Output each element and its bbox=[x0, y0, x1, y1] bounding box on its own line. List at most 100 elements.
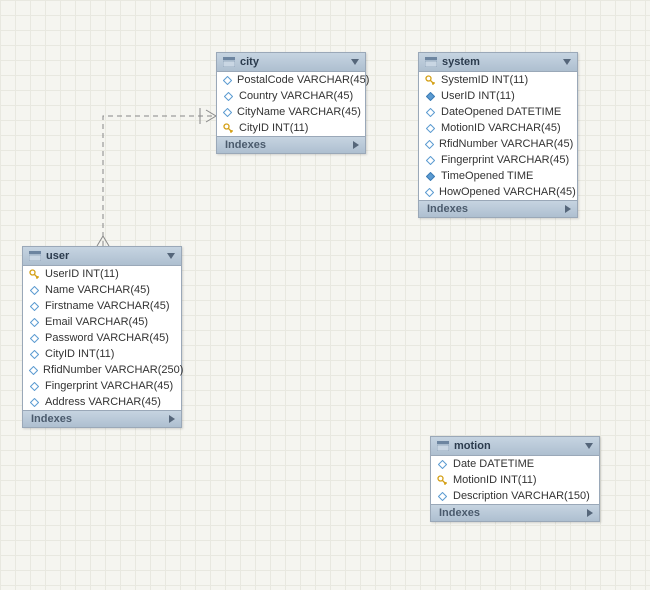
column-label: TimeOpened TIME bbox=[441, 170, 533, 182]
column-row[interactable]: Description VARCHAR(150) bbox=[431, 488, 599, 504]
table-header-user[interactable]: user bbox=[23, 247, 181, 266]
column-label: CityID INT(11) bbox=[239, 122, 308, 134]
column-label: Email VARCHAR(45) bbox=[45, 316, 148, 328]
column-row[interactable]: PostalCode VARCHAR(45) bbox=[217, 72, 365, 88]
column-row[interactable]: Password VARCHAR(45) bbox=[23, 330, 181, 346]
diamond-icon bbox=[425, 155, 436, 166]
table-user[interactable]: user UserID INT(11) Name VARCHAR(45) Fir… bbox=[22, 246, 182, 428]
table-columns-user: UserID INT(11) Name VARCHAR(45) Firstnam… bbox=[23, 266, 181, 410]
column-label: CityName VARCHAR(45) bbox=[237, 106, 361, 118]
column-row[interactable]: MotionID VARCHAR(45) bbox=[419, 120, 577, 136]
column-label: RfidNumber VARCHAR(45) bbox=[439, 138, 573, 150]
column-label: CityID INT(11) bbox=[45, 348, 114, 360]
diamond-icon bbox=[29, 397, 40, 408]
diamond-icon bbox=[29, 317, 40, 328]
column-row[interactable]: Firstname VARCHAR(45) bbox=[23, 298, 181, 314]
table-columns-system: SystemID INT(11) UserID INT(11) DateOpen… bbox=[419, 72, 577, 200]
diamond-icon bbox=[29, 301, 40, 312]
column-row[interactable]: Address VARCHAR(45) bbox=[23, 394, 181, 410]
column-label: MotionID VARCHAR(45) bbox=[441, 122, 561, 134]
diamond-icon bbox=[425, 187, 434, 198]
column-row[interactable]: Country VARCHAR(45) bbox=[217, 88, 365, 104]
diamond-icon bbox=[437, 459, 448, 470]
column-label: Date DATETIME bbox=[453, 458, 534, 470]
column-row[interactable]: UserID INT(11) bbox=[419, 88, 577, 104]
column-row[interactable]: Date DATETIME bbox=[431, 456, 599, 472]
table-header-system[interactable]: system bbox=[419, 53, 577, 72]
column-row[interactable]: RfidNumber VARCHAR(45) bbox=[419, 136, 577, 152]
column-row[interactable]: Name VARCHAR(45) bbox=[23, 282, 181, 298]
column-label: Name VARCHAR(45) bbox=[45, 284, 150, 296]
diamond-icon bbox=[223, 75, 232, 86]
column-label: Description VARCHAR(150) bbox=[453, 490, 590, 502]
column-row[interactable]: Fingerprint VARCHAR(45) bbox=[419, 152, 577, 168]
table-title: system bbox=[442, 56, 480, 68]
table-icon bbox=[437, 441, 449, 451]
table-system[interactable]: system SystemID INT(11) UserID INT(11) D… bbox=[418, 52, 578, 218]
diamond-icon bbox=[223, 91, 234, 102]
column-label: SystemID INT(11) bbox=[441, 74, 528, 86]
column-label: PostalCode VARCHAR(45) bbox=[237, 74, 369, 86]
key-icon bbox=[437, 475, 448, 486]
column-label: Firstname VARCHAR(45) bbox=[45, 300, 170, 312]
table-header-city[interactable]: city bbox=[217, 53, 365, 72]
table-title: motion bbox=[454, 440, 491, 452]
table-footer-indexes[interactable]: Indexes bbox=[217, 136, 365, 153]
column-row[interactable]: MotionID INT(11) bbox=[431, 472, 599, 488]
table-header-motion[interactable]: motion bbox=[431, 437, 599, 456]
table-icon bbox=[223, 57, 235, 67]
erd-canvas: user UserID INT(11) Name VARCHAR(45) Fir… bbox=[0, 0, 650, 590]
table-city[interactable]: city PostalCode VARCHAR(45) Country VARC… bbox=[216, 52, 366, 154]
key-icon bbox=[29, 269, 40, 280]
column-label: Country VARCHAR(45) bbox=[239, 90, 353, 102]
column-row[interactable]: UserID INT(11) bbox=[23, 266, 181, 282]
column-row[interactable]: SystemID INT(11) bbox=[419, 72, 577, 88]
column-row[interactable]: TimeOpened TIME bbox=[419, 168, 577, 184]
column-row[interactable]: CityID INT(11) bbox=[23, 346, 181, 362]
column-row[interactable]: CityName VARCHAR(45) bbox=[217, 104, 365, 120]
column-label: UserID INT(11) bbox=[441, 90, 515, 102]
table-motion[interactable]: motion Date DATETIME MotionID INT(11) De… bbox=[430, 436, 600, 522]
chevron-right-icon bbox=[565, 205, 571, 213]
chevron-down-icon bbox=[167, 253, 175, 259]
chevron-down-icon bbox=[585, 443, 593, 449]
diamond-icon bbox=[29, 365, 38, 376]
column-label: Address VARCHAR(45) bbox=[45, 396, 161, 408]
column-label: DateOpened DATETIME bbox=[441, 106, 561, 118]
diamond-icon bbox=[29, 333, 40, 344]
diamond-icon bbox=[29, 349, 40, 360]
table-icon bbox=[29, 251, 41, 261]
diamond-icon bbox=[437, 491, 448, 502]
column-row[interactable]: Email VARCHAR(45) bbox=[23, 314, 181, 330]
table-columns-city: PostalCode VARCHAR(45) Country VARCHAR(4… bbox=[217, 72, 365, 136]
indexes-label: Indexes bbox=[427, 203, 468, 215]
diamond-fill-icon bbox=[425, 171, 436, 182]
column-row[interactable]: Fingerprint VARCHAR(45) bbox=[23, 378, 181, 394]
column-label: UserID INT(11) bbox=[45, 268, 119, 280]
diamond-fill-icon bbox=[425, 91, 436, 102]
column-label: MotionID INT(11) bbox=[453, 474, 537, 486]
table-footer-indexes[interactable]: Indexes bbox=[419, 200, 577, 217]
diamond-icon bbox=[425, 139, 434, 150]
key-icon bbox=[425, 75, 436, 86]
table-footer-indexes[interactable]: Indexes bbox=[23, 410, 181, 427]
indexes-label: Indexes bbox=[225, 139, 266, 151]
chevron-right-icon bbox=[587, 509, 593, 517]
diamond-icon bbox=[223, 107, 232, 118]
column-row[interactable]: HowOpened VARCHAR(45) bbox=[419, 184, 577, 200]
column-row[interactable]: DateOpened DATETIME bbox=[419, 104, 577, 120]
chevron-right-icon bbox=[353, 141, 359, 149]
table-footer-indexes[interactable]: Indexes bbox=[431, 504, 599, 521]
column-row[interactable]: RfidNumber VARCHAR(250) bbox=[23, 362, 181, 378]
indexes-label: Indexes bbox=[439, 507, 480, 519]
column-label: Fingerprint VARCHAR(45) bbox=[45, 380, 173, 392]
column-label: Password VARCHAR(45) bbox=[45, 332, 169, 344]
diamond-icon bbox=[29, 381, 40, 392]
table-title: city bbox=[240, 56, 259, 68]
column-label: Fingerprint VARCHAR(45) bbox=[441, 154, 569, 166]
diamond-icon bbox=[425, 123, 436, 134]
indexes-label: Indexes bbox=[31, 413, 72, 425]
column-row[interactable]: CityID INT(11) bbox=[217, 120, 365, 136]
chevron-down-icon bbox=[351, 59, 359, 65]
chevron-right-icon bbox=[169, 415, 175, 423]
